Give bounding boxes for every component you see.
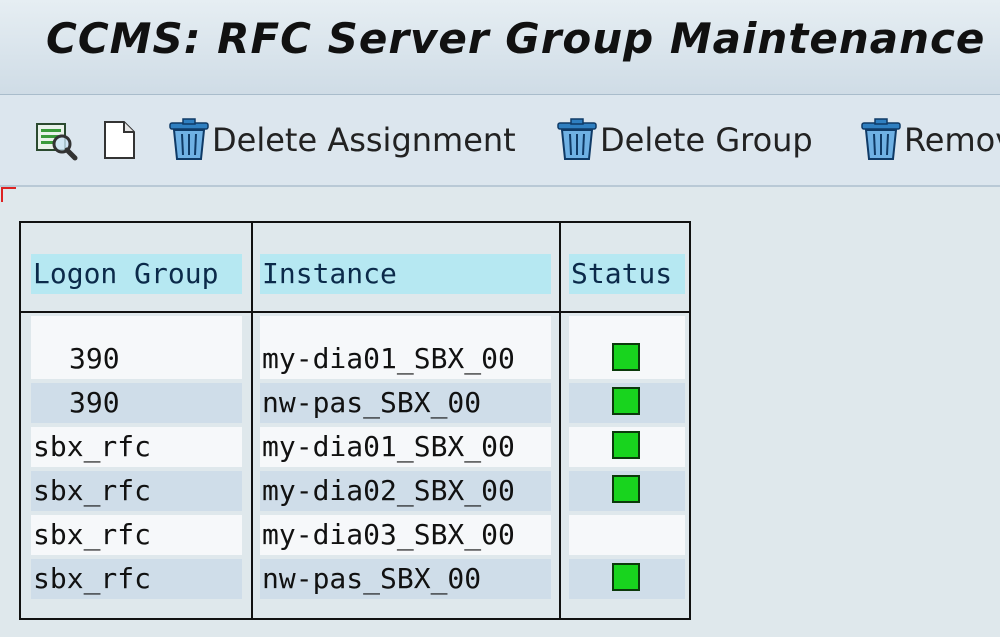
table-row[interactable]: sbx_rfc nw-pas_SBX_00: [21, 559, 689, 603]
server-group-table: Logon Group Instance Status 390 my-dia01…: [19, 221, 691, 620]
status-cell[interactable]: [569, 515, 685, 555]
delete-assignment-button[interactable]: Delete Assignment: [166, 95, 516, 185]
status-cell[interactable]: [569, 383, 685, 423]
status-cell[interactable]: [569, 559, 685, 599]
application-toolbar: Delete Assignment Delete Group Remov: [0, 95, 1000, 187]
table-body: 390 my-dia01_SBX_00 390 nw-pas_SBX_00 sb…: [21, 339, 689, 603]
instance-cell[interactable]: my-dia01_SBX_00: [260, 339, 551, 379]
instance-cell[interactable]: my-dia03_SBX_00: [260, 515, 551, 555]
instance-cell[interactable]: nw-pas_SBX_00: [260, 383, 551, 423]
page-title: CCMS: RFC Server Group Maintenance: [46, 14, 986, 63]
delete-group-button[interactable]: Delete Group: [554, 95, 813, 185]
logon-group-cell[interactable]: 390: [31, 383, 242, 423]
display-button[interactable]: [32, 95, 80, 185]
delete-assignment-label: Delete Assignment: [212, 121, 516, 159]
instance-cell[interactable]: my-dia01_SBX_00: [260, 427, 551, 467]
status-green-icon: [612, 343, 640, 371]
table-row[interactable]: 390 my-dia01_SBX_00: [21, 339, 689, 383]
instance-cell[interactable]: my-dia02_SBX_00: [260, 471, 551, 511]
status-cell[interactable]: [569, 339, 685, 379]
red-corner-mark: [1, 187, 16, 202]
logon-group-cell[interactable]: sbx_rfc: [31, 471, 242, 511]
table-row[interactable]: sbx_rfc my-dia01_SBX_00: [21, 427, 689, 471]
status-green-icon: [612, 563, 640, 591]
status-green-icon: [612, 475, 640, 503]
table-row[interactable]: 390 nw-pas_SBX_00: [21, 383, 689, 427]
logon-group-cell[interactable]: 390: [31, 339, 242, 379]
display-icon: [36, 123, 78, 161]
status-green-icon: [612, 387, 640, 415]
trash-icon: [861, 118, 901, 160]
column-header-logon-group[interactable]: Logon Group: [31, 254, 242, 294]
logon-group-cell[interactable]: sbx_rfc: [31, 515, 242, 555]
delete-group-label: Delete Group: [600, 121, 813, 159]
column-header-status[interactable]: Status: [569, 254, 685, 294]
status-cell[interactable]: [569, 471, 685, 511]
title-bar: CCMS: RFC Server Group Maintenance: [0, 0, 1000, 95]
remove-label: Remov: [904, 121, 1000, 159]
column-header-instance[interactable]: Instance: [260, 254, 551, 294]
table-row[interactable]: sbx_rfc my-dia03_SBX_00: [21, 515, 689, 559]
new-document-button[interactable]: [100, 95, 140, 185]
status-cell[interactable]: [569, 427, 685, 467]
logon-group-cell[interactable]: sbx_rfc: [31, 427, 242, 467]
new-document-icon: [104, 121, 135, 159]
header-divider: [21, 311, 689, 313]
status-green-icon: [612, 431, 640, 459]
logon-group-cell[interactable]: sbx_rfc: [31, 559, 242, 599]
trash-icon: [169, 118, 209, 160]
instance-cell[interactable]: nw-pas_SBX_00: [260, 559, 551, 599]
remove-button[interactable]: Remov: [858, 95, 1000, 185]
table-row[interactable]: sbx_rfc my-dia02_SBX_00: [21, 471, 689, 515]
trash-icon: [557, 118, 597, 160]
